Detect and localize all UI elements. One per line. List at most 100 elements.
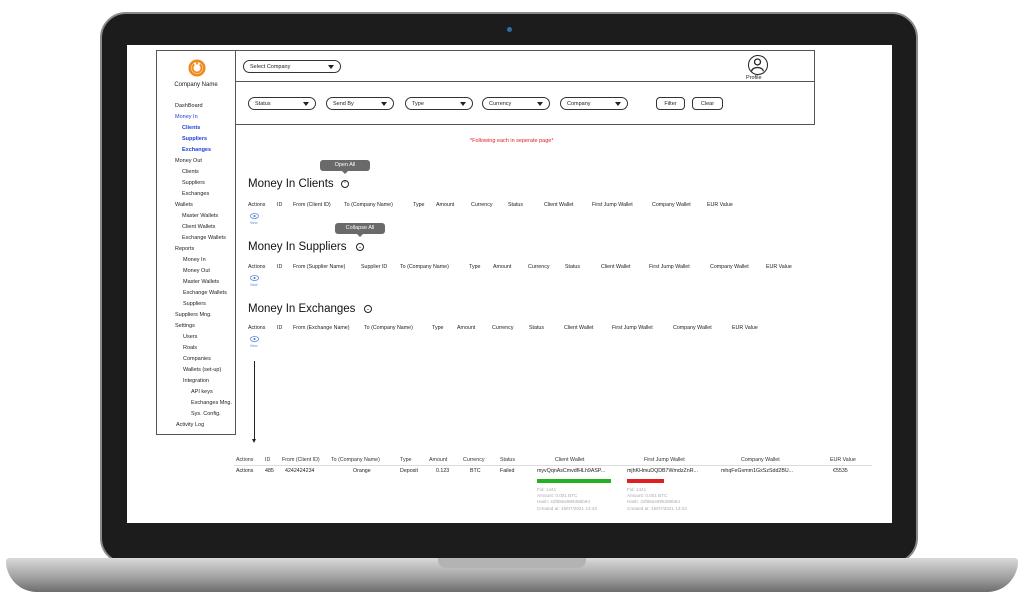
collapse-icon[interactable]: ⌄ [356,243,364,251]
detail-column-header: Actions [236,457,254,463]
detail-column-header: From (Client ID) [282,457,320,463]
column-header: Client Wallet [564,325,594,331]
column-header: To (Company Name) [344,202,393,208]
send-by-filter[interactable]: Send By [326,97,394,110]
sidebar-item-wallets[interactable]: Wallets [175,202,193,208]
column-header: Client Wallet [601,264,631,270]
money-in-clients-title: Money In Clients [248,178,334,190]
clear-button[interactable]: Clear [692,97,723,110]
company-filter-label: Company [567,101,591,107]
sidebar-item-settings[interactable]: Settings [175,323,195,329]
column-header: Amount [493,264,512,270]
column-header: Type [469,264,481,270]
eye-icon[interactable] [250,213,259,219]
column-header: Status [565,264,581,270]
collapse-icon[interactable]: ⌃ [341,180,349,188]
sidebar-item-exchanges-mng[interactable]: Exchanges Mng. [191,400,232,406]
detail-column-header: Status [500,457,516,463]
sidebar-item-companies[interactable]: Companies [183,356,211,362]
view-label[interactable]: View [250,344,258,348]
sidebar-item-reports-exchange-wallets[interactable]: Exchange Wallets [183,290,227,296]
sidebar-item-money-out-suppliers[interactable]: Suppliers [182,180,205,186]
sidebar-item-reports-master-wallets[interactable]: Master Wallets [183,279,219,285]
detail-column-header: Type [400,457,412,463]
profile-label[interactable]: Profile [746,75,762,81]
sidebar-item-integration[interactable]: Integration [183,378,209,384]
sidebar-item-reports-money-in[interactable]: Money In [183,257,206,263]
view-label[interactable]: View [250,283,258,287]
sidebar-item-client-wallets[interactable]: Client Wallets [182,224,215,230]
filter-button[interactable]: Filter [656,97,685,110]
detail-column-header: ID [265,457,271,463]
sidebar-item-roals[interactable]: Roals [183,345,197,351]
company-name: Company Name [174,82,218,88]
detail-cell-currency: BTC [470,468,481,474]
eye-icon[interactable] [250,275,259,281]
collapse-all-tooltip[interactable]: Collapse All [335,223,385,237]
detail-cell-client-wallet[interactable]: myvQqnAsCmvdfHLh9ASP... [537,468,605,474]
column-header: Company Wallet [652,202,691,208]
detail-column-header: First Jump Wallet [644,457,685,463]
column-header: First Jump Wallet [612,325,653,331]
sidebar-item-suppliers-mng[interactable]: Suppliers Mng. [175,312,212,318]
column-header: To (Company Name) [364,325,413,331]
sidebar-item-reports-suppliers[interactable]: Suppliers [183,301,206,307]
sidebar-item-exchange-wallets[interactable]: Exchange Wallets [182,235,226,241]
column-header: Type [413,202,425,208]
detail-cell-actions[interactable]: Actions [236,468,253,474]
notice-text: *Following each in seperate page* [470,138,554,144]
sidebar-item-money-out-clients[interactable]: Clients [182,169,199,175]
detail-cell-status: Failed [500,468,515,474]
detail-column-header: To (Company Name) [331,457,380,463]
sidebar-item-master-wallets[interactable]: Master Wallets [182,213,218,219]
detail-table-divider [234,465,872,466]
column-header: EUR Value [707,202,733,208]
view-label[interactable]: View [250,221,258,225]
profile-avatar-icon[interactable] [748,55,768,75]
sidebar-item-money-in-clients[interactable]: Clients [182,125,200,131]
sidebar-item-money-in[interactable]: Money In [175,114,198,120]
sidebar-item-reports-money-out[interactable]: Money Out [183,268,210,274]
column-header: To (Company Name) [400,264,449,270]
currency-filter[interactable]: Currency [482,97,550,110]
status-filter[interactable]: Status [248,97,316,110]
column-header: Actions [248,202,266,208]
arrow-line [254,361,255,441]
company-filter[interactable]: Company [560,97,628,110]
detail-cell-company-wallet[interactable]: mhqFeGvmm1GxSzSdd2BU... [721,468,793,474]
first-jump-status-bar [627,479,664,483]
laptop-notch [438,558,586,568]
sidebar-item-sys-config[interactable]: Sys. Config. [191,411,221,417]
eye-icon[interactable] [250,336,259,342]
detail-cell-first-jump-wallet[interactable]: mjhKHmuDQDB7WmdzZnR... [627,468,698,474]
sidebar-item-dashboard[interactable]: DashBoard [175,103,203,109]
user-icon [750,58,765,72]
sidebar-item-activity-log[interactable]: Activity Log [176,422,204,428]
screen: Company Name DashBoard Money In Clients … [127,45,892,523]
sidebar-item-wallets-setup[interactable]: Wallets (set-up) [183,367,221,373]
column-header: EUR Value [732,325,758,331]
sidebar-item-api-keys[interactable]: API keys [191,389,213,395]
open-all-tooltip[interactable]: Open All [320,160,370,174]
sidebar-item-users[interactable]: Users [183,334,197,340]
column-header: Actions [248,325,266,331]
column-header: ID [277,264,283,270]
collapse-icon[interactable]: ⌄ [364,305,372,313]
sidebar-item-money-out-exchanges[interactable]: Exchanges [182,191,209,197]
type-filter[interactable]: Type [405,97,473,110]
column-header: Amount [457,325,476,331]
detail-cell-type: Deposit [400,468,418,474]
detail-column-header: Client Wallet [555,457,585,463]
sidebar-item-money-in-exchanges[interactable]: Exchanges [182,147,211,153]
sidebar-item-reports[interactable]: Reports [175,246,194,252]
company-logo-icon [188,59,206,77]
filter-divider [236,81,815,82]
sidebar-item-money-out[interactable]: Money Out [175,158,202,164]
detail-cell-amount: 0.123 [436,468,450,474]
send-by-filter-label: Send By [333,101,354,107]
column-header: ID [277,325,283,331]
company-select[interactable]: Select Company [243,60,341,73]
column-header: Currency [528,264,550,270]
sidebar: Company Name DashBoard Money In Clients … [156,50,236,435]
sidebar-item-money-in-suppliers[interactable]: Suppliers [182,136,207,142]
